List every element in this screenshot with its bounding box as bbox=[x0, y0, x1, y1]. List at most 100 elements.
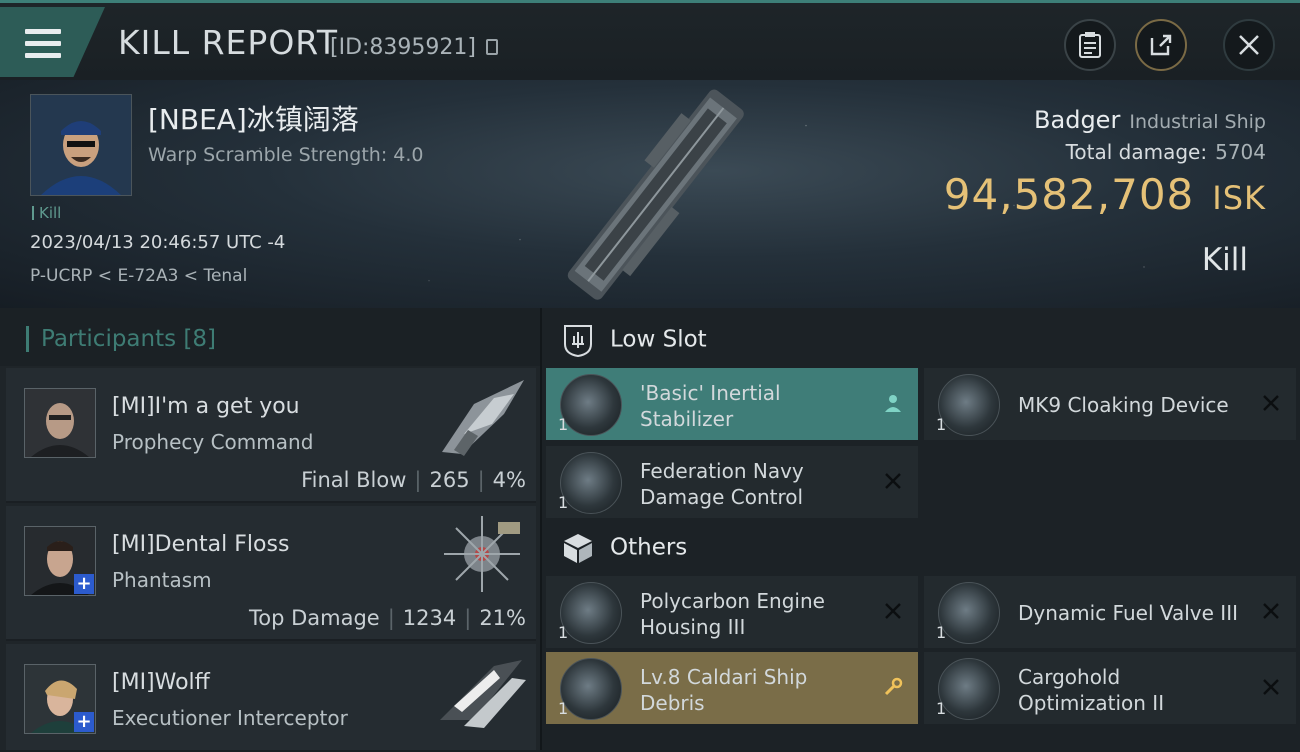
inertial-stabilizer-icon bbox=[560, 374, 622, 436]
item-name: Cargohold Optimization II bbox=[1018, 665, 1165, 715]
plus-badge-icon: + bbox=[74, 712, 94, 732]
ship-debris-icon bbox=[560, 658, 622, 720]
item-name: Lv.8 Caldari Ship Debris bbox=[640, 665, 808, 715]
slot-item[interactable]: 1 Dynamic Fuel Valve III bbox=[924, 576, 1296, 648]
participants-panel: Participants [8] [MI]I'm a get you Proph… bbox=[0, 308, 542, 752]
participant-row[interactable]: [MI]I'm a get you Prophecy Command Final… bbox=[6, 368, 536, 503]
total-damage: Total damage: 5704 bbox=[1066, 140, 1266, 164]
page-title: KILL REPORT bbox=[118, 23, 338, 62]
participant-ship-image bbox=[440, 660, 526, 728]
participant-name[interactable]: [MI]Dental Floss bbox=[112, 532, 289, 557]
item-quantity: 1 bbox=[558, 623, 569, 642]
others-title: Others bbox=[610, 534, 688, 561]
participant-ship-image bbox=[442, 380, 524, 456]
copy-icon[interactable] bbox=[486, 39, 498, 55]
menu-button[interactable] bbox=[0, 7, 105, 77]
top-bar: KILL REPORT [ID:8395921] bbox=[0, 0, 1300, 80]
portrait-image bbox=[25, 389, 95, 457]
top-damage-tag: Top Damage bbox=[248, 606, 380, 630]
low-slot-title: Low Slot bbox=[610, 326, 707, 353]
engine-housing-icon bbox=[560, 582, 622, 644]
kill-status-tag: Kill bbox=[32, 204, 61, 222]
slot-item[interactable]: 1 Federation Navy Damage Control bbox=[546, 446, 918, 518]
slot-item[interactable]: 1 'Basic' Inertial Stabilizer bbox=[546, 368, 918, 440]
dropped-person-icon bbox=[882, 392, 904, 414]
participant-ship-image bbox=[444, 516, 520, 592]
item-name: Polycarbon Engine Housing III bbox=[640, 589, 825, 639]
participant-stats: Top Damage | 1234 | 21% bbox=[248, 606, 526, 630]
participant-avatar[interactable]: + bbox=[24, 526, 96, 596]
hamburger-icon bbox=[25, 29, 61, 65]
participant-name[interactable]: [MI]I'm a get you bbox=[112, 394, 300, 419]
close-button[interactable] bbox=[1223, 19, 1275, 71]
victim-ship-render[interactable] bbox=[540, 84, 770, 304]
plus-badge-icon: + bbox=[74, 574, 94, 594]
participant-percent: 4% bbox=[492, 468, 526, 492]
isk-unit: ISK bbox=[1212, 179, 1266, 217]
share-icon bbox=[1150, 34, 1172, 56]
destroyed-x-icon bbox=[1260, 600, 1282, 622]
participants-count: [8] bbox=[183, 326, 217, 352]
final-blow-tag: Final Blow bbox=[301, 468, 407, 492]
others-header: Others bbox=[560, 530, 687, 566]
destroyed-x-icon bbox=[1260, 392, 1282, 414]
participant-percent: 21% bbox=[479, 606, 526, 630]
total-damage-label: Total damage: bbox=[1065, 140, 1208, 164]
ship-class: Industrial Ship bbox=[1129, 111, 1266, 133]
clipboard-button[interactable] bbox=[1064, 19, 1116, 71]
total-damage-value: 5704 bbox=[1215, 140, 1266, 164]
isk-amount: 94,582,708 bbox=[943, 170, 1195, 219]
cargo-box-icon bbox=[564, 534, 592, 563]
participant-stats: Final Blow | 265 | 4% bbox=[301, 468, 526, 492]
close-icon bbox=[1239, 35, 1259, 55]
slot-item[interactable]: 1 Lv.8 Caldari Ship Debris bbox=[546, 652, 918, 724]
item-quantity: 1 bbox=[558, 493, 569, 512]
victim-name[interactable]: [NBEA]冰镇阔落 bbox=[148, 98, 359, 138]
slot-item[interactable]: 1 MK9 Cloaking Device bbox=[924, 368, 1296, 440]
participant-damage: 265 bbox=[429, 468, 470, 492]
participant-row[interactable]: + [MI]Dental Floss Phantasm Top Damage | 1… bbox=[6, 506, 536, 641]
item-quantity: 1 bbox=[936, 699, 947, 718]
participants-title: Participants [8] bbox=[26, 326, 216, 352]
portrait-image bbox=[31, 95, 131, 195]
participant-name[interactable]: [MI]Wolff bbox=[112, 670, 210, 695]
ship-name[interactable]: Badger bbox=[1034, 106, 1120, 134]
destroyed-x-icon bbox=[1260, 676, 1282, 698]
destroyed-x-icon bbox=[882, 470, 904, 492]
fitting-panel: Low Slot 1 'Basic' Inertial Stabilizer 1… bbox=[542, 308, 1300, 750]
item-name: MK9 Cloaking Device bbox=[1018, 393, 1229, 417]
participant-row[interactable]: + [MI]Wolff Executioner Interceptor bbox=[6, 644, 536, 752]
fuel-valve-icon bbox=[938, 582, 1000, 644]
participant-avatar[interactable] bbox=[24, 388, 96, 458]
cargohold-optimization-icon bbox=[938, 658, 1000, 720]
slot-item[interactable]: 1 Polycarbon Engine Housing III bbox=[546, 576, 918, 648]
item-name: Federation Navy Damage Control bbox=[640, 459, 804, 509]
low-slot-icon bbox=[564, 325, 592, 358]
item-quantity: 1 bbox=[936, 415, 947, 434]
kill-timestamp: 2023/04/13 20:46:57 UTC -4 bbox=[30, 232, 286, 253]
slot-item[interactable]: 1 Cargohold Optimization II bbox=[924, 652, 1296, 724]
kill-id: [ID:8395921] bbox=[330, 35, 476, 60]
salvage-wrench-icon bbox=[882, 676, 904, 698]
kill-location[interactable]: P-UCRP < E-72A3 < Tenal bbox=[30, 266, 247, 286]
participant-ship: Prophecy Command bbox=[112, 430, 314, 454]
victim-avatar[interactable] bbox=[30, 94, 132, 196]
item-name: 'Basic' Inertial Stabilizer bbox=[640, 381, 781, 431]
warp-scramble-strength: Warp Scramble Strength: 4.0 bbox=[148, 144, 424, 166]
item-quantity: 1 bbox=[558, 699, 569, 718]
participant-ship: Phantasm bbox=[112, 568, 212, 592]
ship-info: Badger Industrial Ship bbox=[1034, 106, 1266, 134]
participants-title-text: Participants bbox=[41, 326, 177, 352]
participant-damage: 1234 bbox=[402, 606, 457, 630]
low-slot-header: Low Slot bbox=[560, 322, 707, 358]
destroyed-x-icon bbox=[882, 600, 904, 622]
clipboard-icon bbox=[1079, 32, 1101, 58]
participant-avatar[interactable]: + bbox=[24, 664, 96, 734]
result-label: Kill bbox=[1201, 242, 1248, 278]
damage-control-icon bbox=[560, 452, 622, 514]
cloaking-device-icon bbox=[938, 374, 1000, 436]
participants-header: Participants [8] bbox=[0, 308, 540, 366]
participant-ship: Executioner Interceptor bbox=[112, 706, 348, 730]
item-name: Dynamic Fuel Valve III bbox=[1018, 601, 1238, 625]
share-button[interactable] bbox=[1135, 19, 1187, 71]
